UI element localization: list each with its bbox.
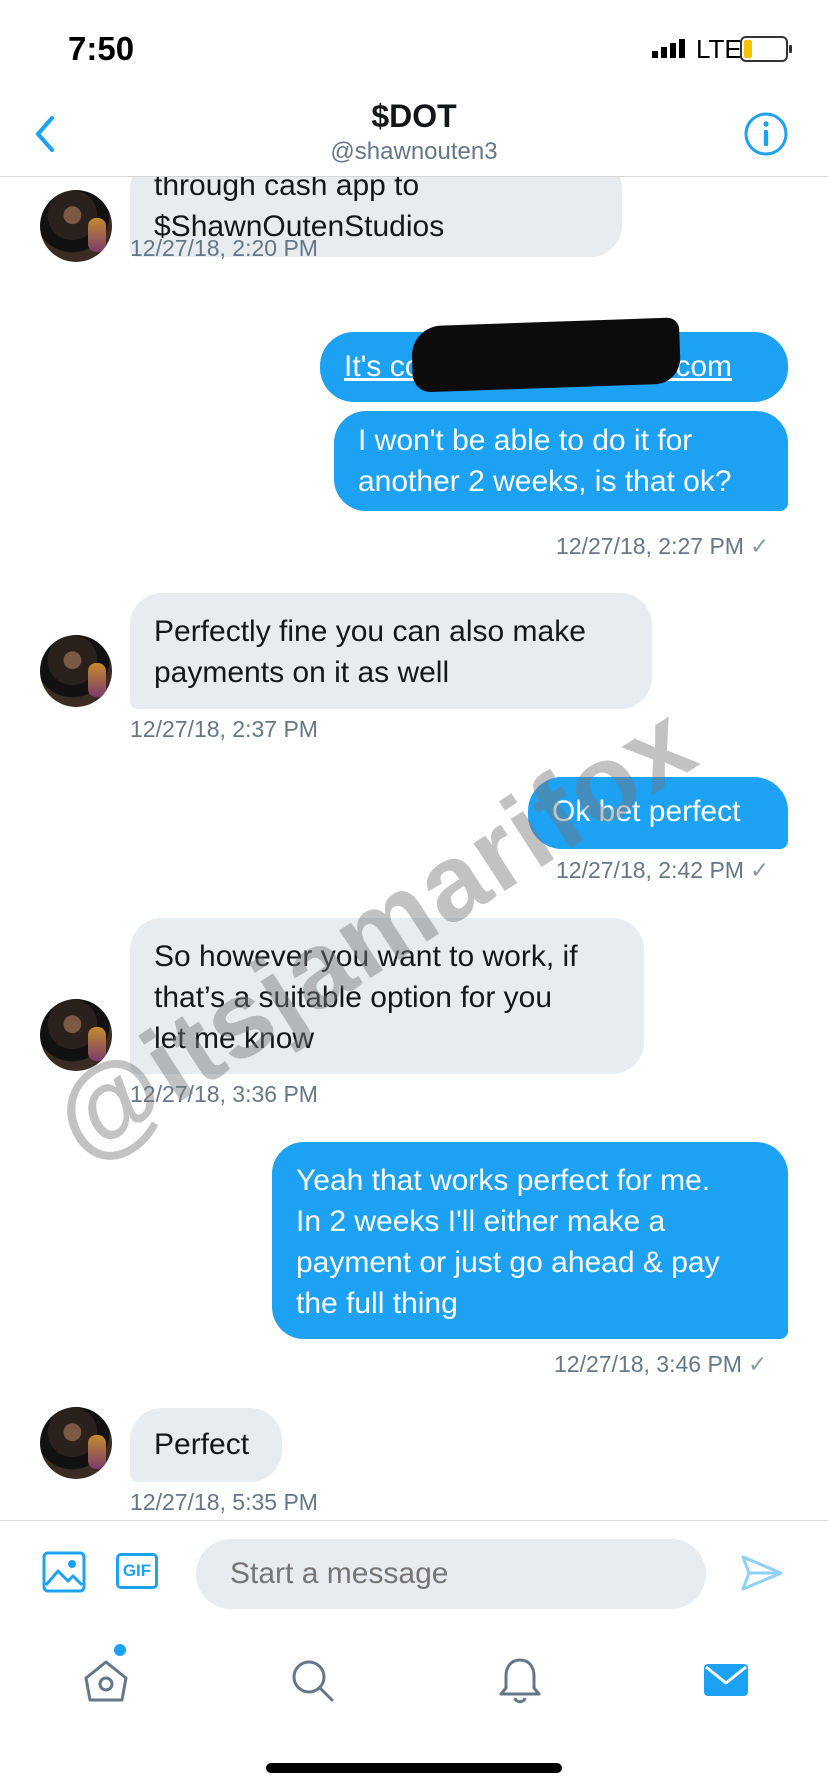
compose-bar: GIF xyxy=(0,1520,828,1621)
avatar[interactable] xyxy=(40,999,112,1071)
tab-bar xyxy=(0,1620,828,1740)
search-icon[interactable] xyxy=(282,1650,342,1710)
message-thread[interactable]: through cash app to $ShawnOutenStudios 1… xyxy=(0,177,828,1520)
message-bubble-sent[interactable]: Ok bet perfect xyxy=(528,777,788,849)
info-icon[interactable] xyxy=(742,110,790,158)
message-line: through cash app to xyxy=(154,177,420,202)
message-line: payment or just go ahead & pay xyxy=(296,1246,720,1279)
message-timestamp: 12/27/18, 2:27 PM ✓ xyxy=(556,533,770,559)
message-line: Perfectly fine you can also make xyxy=(154,615,586,648)
message-bubble-received[interactable]: So however you want to work, if that’s a… xyxy=(130,918,644,1074)
gif-button[interactable]: GIF xyxy=(116,1553,158,1589)
avatar[interactable] xyxy=(40,1407,112,1479)
read-check-icon: ✓ xyxy=(749,533,770,559)
message-bubble-received[interactable]: Perfectly fine you can also make payment… xyxy=(130,593,652,709)
redaction-mark xyxy=(410,317,682,393)
message-timestamp: 12/27/18, 2:42 PM ✓ xyxy=(556,857,770,883)
message-line: that’s a suitable option for you xyxy=(154,981,553,1014)
home-notification-dot xyxy=(114,1644,126,1656)
send-icon[interactable] xyxy=(740,1553,784,1593)
message-line: I won't be able to do it for xyxy=(358,424,693,457)
message-bubble-sent[interactable]: I won't be able to do it for another 2 w… xyxy=(334,411,788,511)
message-line: Ok bet perfect xyxy=(552,795,741,828)
message-bubble-sent[interactable]: Yeah that works perfect for me. In 2 wee… xyxy=(272,1142,788,1339)
notifications-icon[interactable] xyxy=(490,1650,550,1710)
message-timestamp: 12/27/18, 5:35 PM xyxy=(130,1489,318,1515)
conversation-handle: @shawnouten3 xyxy=(330,138,498,165)
home-indicator[interactable] xyxy=(266,1763,562,1773)
message-timestamp: 12/27/18, 2:37 PM xyxy=(130,716,318,742)
status-bar: 7:50 LTE xyxy=(0,0,828,92)
message-timestamp: 12/27/18, 3:36 PM xyxy=(130,1081,318,1107)
avatar[interactable] xyxy=(40,190,112,262)
message-timestamp: 12/27/18, 2:20 PM xyxy=(130,235,318,261)
signal-icon xyxy=(652,39,685,58)
messages-icon[interactable] xyxy=(696,1650,756,1710)
read-check-icon: ✓ xyxy=(749,857,770,883)
status-time: 7:50 xyxy=(68,30,135,67)
message-timestamp: 12/27/18, 3:46 PM ✓ xyxy=(554,1351,768,1377)
read-check-icon: ✓ xyxy=(747,1351,768,1377)
battery-icon xyxy=(740,36,792,62)
conversation-name[interactable]: $DOT xyxy=(0,98,828,135)
home-icon[interactable] xyxy=(76,1650,136,1710)
network-label: LTE xyxy=(696,34,742,64)
conversation-header: $DOT @shawnouten3 xyxy=(0,92,828,177)
message-line: another 2 weeks, is that ok? xyxy=(358,465,732,498)
message-line: let me know xyxy=(154,1022,315,1055)
message-line: In 2 weeks I'll either make a xyxy=(296,1205,666,1238)
message-line: payments on it as well xyxy=(154,656,450,689)
message-line: So however you want to work, if xyxy=(154,940,578,973)
message-bubble-received[interactable]: Perfect xyxy=(130,1408,282,1482)
message-line: the full thing xyxy=(296,1287,458,1320)
message-input[interactable] xyxy=(196,1539,706,1609)
message-line: Yeah that works perfect for me. xyxy=(296,1164,711,1197)
message-line: Perfect xyxy=(154,1428,250,1461)
image-icon[interactable] xyxy=(42,1551,86,1593)
avatar[interactable] xyxy=(40,635,112,707)
battery-fill xyxy=(744,40,752,58)
